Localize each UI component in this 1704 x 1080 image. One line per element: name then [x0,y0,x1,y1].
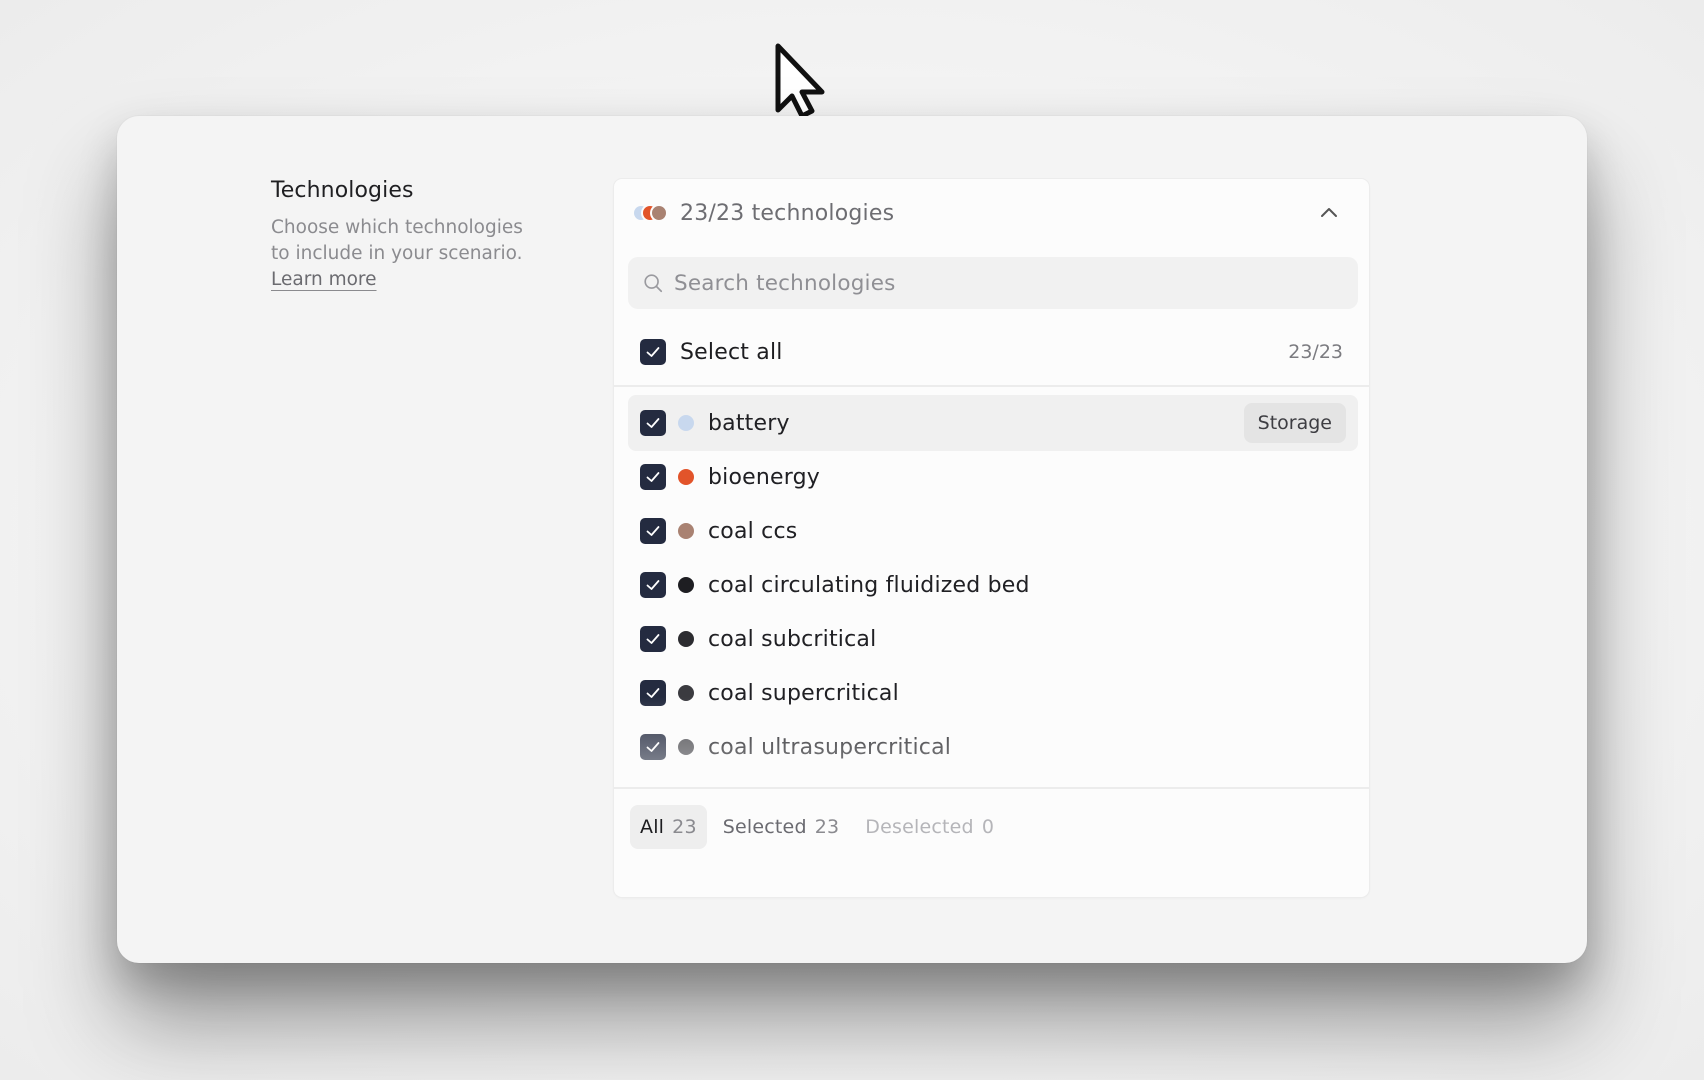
technology-item-battery[interactable]: battery Storage [628,395,1358,451]
tab-label: Selected [722,816,807,838]
technology-label: coal ultrasupercritical [708,734,952,760]
tab-count: 0 [981,816,995,838]
technology-color-dot [678,739,694,755]
search-box [628,257,1358,309]
technology-list: battery Storage bioenergy coal ccs coal … [614,389,1369,787]
tab-label: All [640,816,665,838]
select-all-label: Select all [680,339,783,365]
technology-label: coal supercritical [708,680,899,706]
technology-item-bioenergy[interactable]: bioenergy [628,449,1358,505]
checkmark-icon [646,526,660,536]
technologies-info: Technologies Choose which technologies t… [271,178,531,293]
technology-label: coal circulating fluidized bed [708,572,1030,598]
checkmark-icon [646,742,660,752]
technology-color-dot [678,577,694,593]
checkmark-icon [646,418,660,428]
tab-label: Deselected [865,816,974,838]
technology-checkbox[interactable] [640,680,666,706]
checkmark-icon [646,347,660,357]
technology-category-tag: Storage [1243,403,1346,443]
tab-count: 23 [814,816,840,838]
technology-checkbox[interactable] [640,518,666,544]
technology-checkbox[interactable] [640,572,666,598]
learn-more-link[interactable]: Learn more [271,269,377,290]
technology-color-dot [678,469,694,485]
checkmark-icon [646,472,660,482]
technology-color-dot [678,685,694,701]
technology-checkbox[interactable] [640,410,666,436]
search-input[interactable] [674,270,1314,296]
chevron-up-icon[interactable] [1317,201,1341,225]
technology-checkbox[interactable] [640,626,666,652]
technology-item-coal-circulating-fluidized-bed[interactable]: coal circulating fluidized bed [628,557,1358,613]
technology-color-dot [678,631,694,647]
filter-tabs: All 23 Selected 23 Deselected 0 [630,805,1004,849]
dropdown-header[interactable]: 23/23 technologies [614,179,1369,247]
technology-item-coal-ccs[interactable]: coal ccs [628,503,1358,559]
tab-deselected[interactable]: Deselected 0 [855,805,1004,849]
technology-item-coal-subcritical[interactable]: coal subcritical [628,611,1358,667]
dropdown-summary: 23/23 technologies [680,200,895,226]
technology-label: battery [708,410,790,436]
technologies-dropdown-panel: 23/23 technologies Select all 23/23 [614,179,1369,897]
select-all-count: 23/23 [1288,341,1343,363]
mouse-pointer-icon [775,43,825,118]
technology-label: coal subcritical [708,626,877,652]
technology-label: bioenergy [708,464,820,490]
checkmark-icon [646,634,660,644]
tab-selected[interactable]: Selected 23 [713,805,850,849]
technology-checkbox[interactable] [640,734,666,760]
section-title: Technologies [271,178,414,203]
filter-footer: All 23 Selected 23 Deselected 0 [614,787,1369,897]
technology-color-dot [678,523,694,539]
technology-checkbox[interactable] [640,464,666,490]
section-description-text: Choose which technologies to include in … [271,217,523,264]
technology-label: coal ccs [708,518,798,544]
search-icon [644,274,663,293]
tab-all[interactable]: All 23 [630,805,707,849]
settings-card: Technologies Choose which technologies t… [117,116,1587,963]
technology-color-stack [632,204,670,222]
summary-dot [650,204,668,222]
technology-item-coal-ultrasupercritical[interactable]: coal ultrasupercritical [628,719,1358,775]
select-all-row[interactable]: Select all 23/23 [614,319,1369,387]
checkmark-icon [646,580,660,590]
technology-item-coal-supercritical[interactable]: coal supercritical [628,665,1358,721]
section-description: Choose which technologies to include in … [271,215,531,293]
checkmark-icon [646,688,660,698]
select-all-checkbox[interactable] [640,339,666,365]
tab-count: 23 [672,816,697,838]
technology-color-dot [678,415,694,431]
